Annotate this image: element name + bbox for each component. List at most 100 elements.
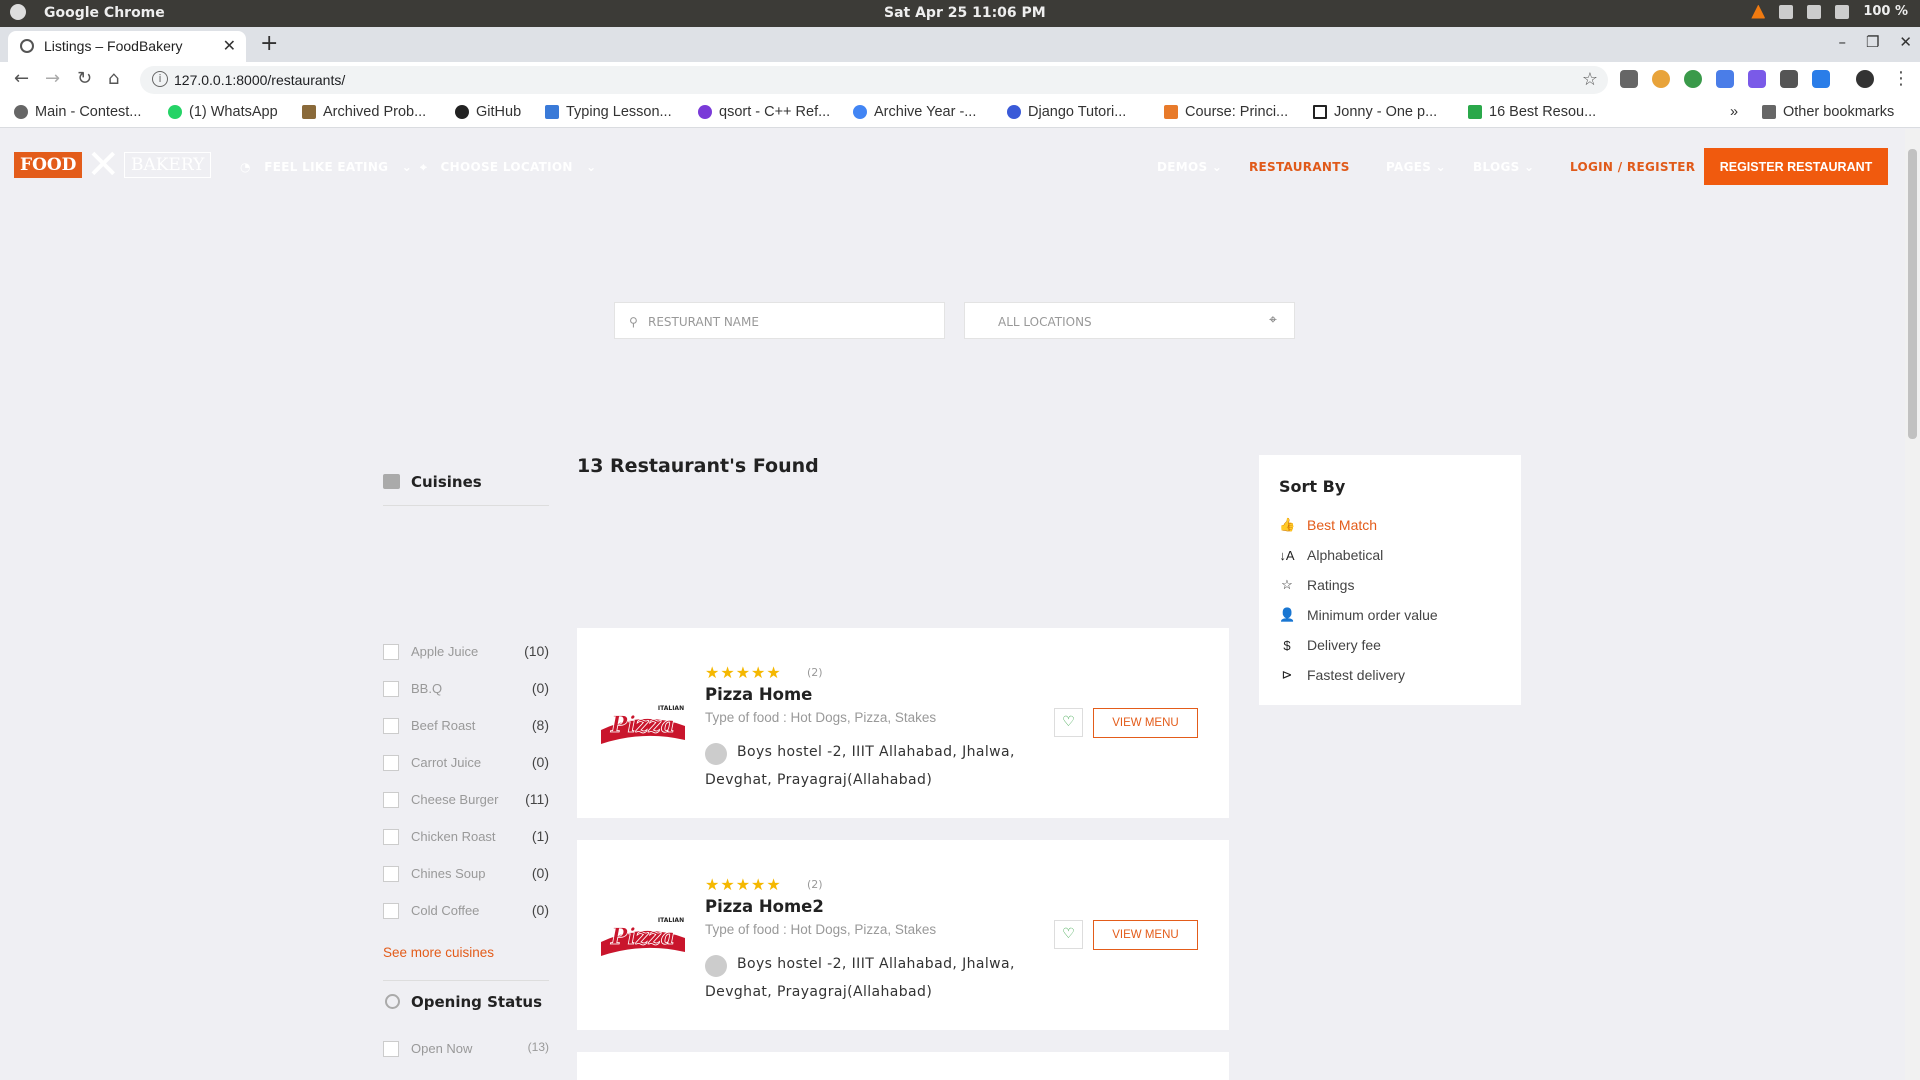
scrollbar-thumb[interactable]: [1908, 149, 1917, 439]
bookmark-item[interactable]: Django Tutori...: [1007, 104, 1126, 120]
cuisine-filter-item[interactable]: Chines Soup (0): [383, 864, 549, 884]
site-info-icon[interactable]: i: [152, 71, 168, 87]
bookmark-item[interactable]: Archived Prob...: [302, 104, 426, 120]
checkbox[interactable]: [383, 755, 399, 771]
nav-demos[interactable]: DEMOS ⌄: [1157, 160, 1222, 174]
locate-me-icon[interactable]: ⌖: [1269, 312, 1277, 328]
view-menu-button[interactable]: VIEW MENU: [1093, 708, 1198, 738]
sort-min-order[interactable]: 👤 Minimum order value: [1279, 607, 1438, 623]
restaurant-card[interactable]: Pizza ITALIAN ★★★★★ (2) Pizza Home Type …: [577, 628, 1229, 818]
restaurant-card[interactable]: Pizza ITALIAN ★★★★★ (2) Pizza Home2 Type…: [577, 840, 1229, 1030]
see-more-cuisines-link[interactable]: See more cuisines: [383, 945, 494, 960]
profile-avatar[interactable]: [1856, 70, 1874, 88]
minimize-icon[interactable]: –: [1838, 33, 1846, 51]
view-menu-button[interactable]: VIEW MENU: [1093, 920, 1198, 950]
volume-icon[interactable]: [1807, 4, 1822, 19]
bookmark-star-icon[interactable]: ☆: [1582, 69, 1598, 90]
window-controls: – ❐ ✕: [1838, 33, 1912, 51]
os-app-name: Google Chrome: [44, 5, 165, 21]
battery-icon[interactable]: [1835, 4, 1850, 19]
cuisine-filter-item[interactable]: Cheese Burger (11): [383, 790, 549, 810]
maximize-icon[interactable]: ❐: [1866, 33, 1879, 51]
bookmark-item[interactable]: Jonny - One p...: [1313, 104, 1437, 120]
address-bar[interactable]: i 127.0.0.1:8000/restaurants/ ☆: [140, 66, 1608, 94]
sort-delivery-fee[interactable]: $ Delivery fee: [1279, 637, 1381, 653]
restaurant-name-search[interactable]: ⚲ RESTURANT NAME: [614, 302, 945, 339]
new-tab-icon[interactable]: +: [260, 31, 278, 56]
chrome-menu-icon[interactable]: ⋮: [1892, 68, 1910, 89]
cuisine-filter-item[interactable]: Apple Juice (10): [383, 642, 549, 662]
more-bookmarks-icon[interactable]: »: [1730, 104, 1738, 120]
extension-calendar-icon[interactable]: [1748, 70, 1766, 88]
tab-close-icon[interactable]: ✕: [223, 36, 236, 55]
sort-best-match[interactable]: 👍 Best Match: [1279, 517, 1377, 533]
cuisines-title: Cuisines: [411, 473, 482, 491]
extension-translate-icon[interactable]: [1716, 70, 1734, 88]
sort-ratings[interactable]: ☆ Ratings: [1279, 577, 1354, 593]
page-scrollbar[interactable]: [1905, 129, 1920, 1080]
choose-location-dropdown[interactable]: ⌖ CHOOSE LOCATION ⌄: [420, 160, 597, 175]
url-text[interactable]: 127.0.0.1:8000/restaurants/: [174, 72, 345, 88]
checkbox[interactable]: [383, 1041, 399, 1057]
restaurant-card[interactable]: [577, 1052, 1229, 1080]
back-icon[interactable]: ←: [14, 68, 29, 89]
restaurant-logo-image: Pizza ITALIAN: [601, 917, 685, 956]
bookmark-item[interactable]: Main - Contest...: [14, 104, 141, 120]
favorite-heart-icon[interactable]: ♡: [1054, 708, 1083, 737]
bookmark-item[interactable]: (1) WhatsApp: [168, 104, 278, 120]
cuisine-count: (0): [531, 902, 549, 918]
reload-icon[interactable]: ↻: [77, 68, 92, 89]
checkbox[interactable]: [383, 903, 399, 919]
extension-cookie-icon[interactable]: [1652, 70, 1670, 88]
forward-icon[interactable]: →: [45, 68, 60, 89]
site-logo[interactable]: FOOD ✕ BAKERY: [14, 142, 212, 188]
sort-alphabetical[interactable]: ↓A Alphabetical: [1279, 547, 1383, 563]
cuisine-filter-item[interactable]: Cold Coffee (0): [383, 901, 549, 921]
checkbox[interactable]: [383, 829, 399, 845]
bookmark-item[interactable]: Typing Lesson...: [545, 104, 672, 120]
bookmark-item[interactable]: GitHub: [455, 104, 521, 120]
bookmark-item[interactable]: Course: Princi...: [1164, 104, 1288, 120]
nav-pages[interactable]: PAGES ⌄: [1386, 160, 1446, 174]
apple-icon[interactable]: [10, 4, 26, 20]
cuisine-filter-item[interactable]: Beef Roast (8): [383, 716, 549, 736]
register-restaurant-button[interactable]: REGISTER RESTAURANT: [1704, 148, 1888, 185]
sort-fastest-delivery[interactable]: ⊳ Fastest delivery: [1279, 667, 1406, 683]
os-clock[interactable]: Sat Apr 25 11:06 PM: [884, 5, 1046, 21]
checkbox[interactable]: [383, 644, 399, 660]
checkbox[interactable]: [383, 866, 399, 882]
page-icon: [1313, 105, 1327, 119]
bookmark-item[interactable]: 16 Best Resou...: [1468, 104, 1596, 120]
checkbox[interactable]: [383, 792, 399, 808]
feel-like-eating-dropdown[interactable]: ◔ FEEL LIKE EATING ⌄: [240, 160, 412, 174]
location-search[interactable]: ALL LOCATIONS ⌖: [964, 302, 1295, 339]
extension-globe-icon[interactable]: [1684, 70, 1702, 88]
cuisine-name: Apple Juice: [411, 644, 479, 659]
other-bookmarks[interactable]: Other bookmarks: [1762, 104, 1894, 120]
extension-check-icon[interactable]: [1812, 70, 1830, 88]
cuisine-filter-item[interactable]: Carrot Juice (0): [383, 753, 549, 773]
bookmark-item[interactable]: Archive Year -...: [853, 104, 976, 120]
favorite-heart-icon[interactable]: ♡: [1054, 920, 1083, 949]
nav-restaurants[interactable]: RESTAURANTS: [1249, 160, 1350, 174]
extension-eyedropper-icon[interactable]: [1620, 70, 1638, 88]
cuisine-filter-item[interactable]: Chicken Roast (1): [383, 827, 549, 847]
food-type: Type of food : Hot Dogs, Pizza, Stakes: [705, 922, 937, 937]
vlc-icon[interactable]: [1751, 4, 1766, 19]
browser-tab[interactable]: Listings – FoodBakery ✕: [8, 31, 246, 62]
restaurant-name[interactable]: Pizza Home: [705, 685, 812, 704]
home-icon[interactable]: ⌂: [108, 68, 119, 89]
login-register-link[interactable]: LOGIN / REGISTER: [1570, 160, 1695, 174]
clock-icon: [385, 994, 400, 1009]
thumbs-up-icon: 👍: [1279, 517, 1296, 532]
checkbox[interactable]: [383, 718, 399, 734]
nav-blogs[interactable]: BLOGS ⌄: [1473, 160, 1534, 174]
extension-shield-icon[interactable]: [1780, 70, 1798, 88]
open-now-filter-item[interactable]: Open Now (13): [383, 1039, 549, 1059]
bookmark-item[interactable]: qsort - C++ Ref...: [698, 104, 830, 120]
cuisine-filter-item[interactable]: BB.Q (0): [383, 679, 549, 699]
wifi-icon[interactable]: [1779, 4, 1794, 19]
close-window-icon[interactable]: ✕: [1899, 33, 1912, 51]
checkbox[interactable]: [383, 681, 399, 697]
restaurant-name[interactable]: Pizza Home2: [705, 897, 824, 916]
